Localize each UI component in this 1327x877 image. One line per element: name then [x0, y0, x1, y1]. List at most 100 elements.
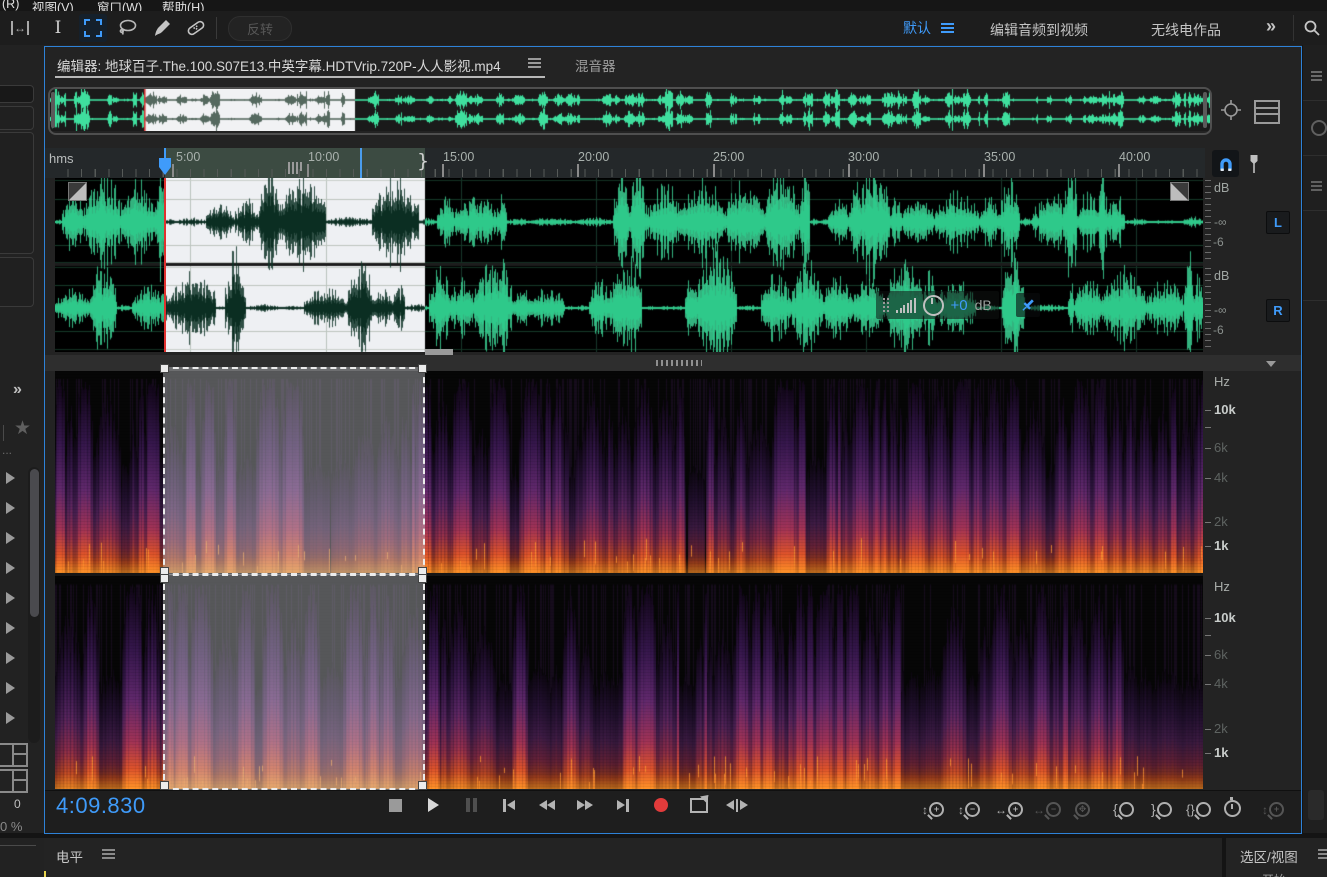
zoom-vertical-scale-button[interactable]: ↕+: [1262, 795, 1284, 817]
time-display[interactable]: 4:09.830: [56, 793, 146, 819]
zoom-in-horizontal-button[interactable]: ↔+: [995, 795, 1023, 817]
divider-grip-dots[interactable]: [656, 360, 702, 366]
zoom-out-vertical-button[interactable]: ↕−: [958, 795, 980, 817]
menu-item-help[interactable]: 帮助(H): [162, 0, 204, 11]
list-item-arrow[interactable]: [6, 532, 15, 544]
fade-in-handle[interactable]: [68, 182, 87, 201]
spectral-selection-left[interactable]: [163, 367, 425, 575]
sidebar-scrollbar-thumb[interactable]: [30, 469, 39, 617]
zoom-in-vertical-button[interactable]: ↕+: [922, 795, 944, 817]
record-button[interactable]: [646, 793, 676, 817]
paintbrush-tool[interactable]: [148, 15, 176, 41]
timeline-ruler[interactable]: hms 5:00 10:00 15:00 20:00 25:00 30:00 3…: [44, 148, 1205, 178]
list-item-arrow[interactable]: [6, 472, 15, 484]
selection-handle[interactable]: [418, 574, 427, 583]
gain-knob-icon[interactable]: [923, 295, 944, 316]
hud-pin-button[interactable]: [1016, 293, 1040, 317]
sidebar-box[interactable]: [0, 257, 34, 307]
skip-to-start-button[interactable]: [494, 793, 524, 817]
expand-chevrons[interactable]: »: [13, 381, 22, 399]
selection-handle[interactable]: [418, 364, 427, 373]
hud-grip-icon[interactable]: [883, 298, 889, 312]
display-list-button[interactable]: [1254, 100, 1280, 124]
sidebar-field[interactable]: [0, 85, 34, 103]
overview-left-grip[interactable]: [51, 92, 55, 128]
play-button[interactable]: [418, 793, 448, 817]
editor-tab-menu-icon[interactable]: [528, 62, 541, 64]
favorite-star-icon[interactable]: ★: [14, 417, 31, 440]
lasso-selection-tool[interactable]: [114, 15, 142, 41]
ibeam-tool[interactable]: I: [44, 15, 72, 41]
mixer-tab[interactable]: 混音器: [575, 55, 616, 75]
divider-collapse-arrow[interactable]: [1266, 361, 1276, 367]
menu-item-window[interactable]: 窗口(W): [97, 0, 142, 11]
levels-panel-menu-icon[interactable]: [102, 853, 115, 855]
right-panel-icon-list[interactable]: [1311, 75, 1322, 77]
time-selection-tool[interactable]: ↔: [6, 15, 34, 41]
zoom-out-horizontal-button[interactable]: ↔−: [1033, 795, 1061, 817]
sidebar-box[interactable]: [0, 132, 34, 254]
list-item-arrow[interactable]: [6, 562, 15, 574]
menu-item-view[interactable]: 视图(V): [32, 0, 74, 11]
loop-playback-button[interactable]: [684, 793, 714, 817]
marker-cluster[interactable]: [288, 162, 304, 174]
hud-gain-value[interactable]: +0: [951, 297, 968, 314]
list-item-arrow[interactable]: [6, 592, 15, 604]
list-item-arrow[interactable]: [6, 712, 15, 724]
workspace-tab-edit-av[interactable]: 编辑音频到视频: [990, 20, 1088, 40]
list-item-arrow[interactable]: [6, 652, 15, 664]
selection-view-title[interactable]: 选区/视图: [1240, 846, 1298, 866]
editor-tab[interactable]: 编辑器: 地球百子.The.100.S07E13.中英字幕.HDTVrip.72…: [57, 55, 501, 75]
playhead-marker[interactable]: [159, 158, 171, 175]
selection-handle[interactable]: [160, 781, 169, 790]
pause-button[interactable]: [456, 793, 486, 817]
stop-button[interactable]: [380, 793, 410, 817]
zoom-to-out-point-button[interactable]: }: [1151, 795, 1172, 817]
right-panel-icon-tool[interactable]: [1311, 120, 1327, 136]
menu-item[interactable]: (R): [2, 0, 19, 11]
channel-badge-right[interactable]: R: [1266, 299, 1290, 322]
cd-layout-icon[interactable]: [0, 743, 28, 767]
overview-waveform-canvas[interactable]: [50, 89, 1210, 131]
selection-handle[interactable]: [160, 364, 169, 373]
timed-record-button[interactable]: [1224, 795, 1241, 817]
channel-badge-left[interactable]: L: [1266, 211, 1290, 234]
overview-right-grip[interactable]: [1203, 92, 1207, 128]
workspace-overflow-chevron[interactable]: »: [1266, 16, 1276, 37]
marquee-selection-tool[interactable]: [79, 14, 107, 42]
rewind-button[interactable]: [532, 793, 562, 817]
ruler-marker-line[interactable]: [360, 148, 362, 178]
spot-healing-tool[interactable]: [182, 15, 210, 41]
selection-bottom-grip[interactable]: [425, 349, 453, 355]
workspace-tab-default[interactable]: 默认: [903, 18, 954, 38]
marker-pin-button[interactable]: [1244, 151, 1264, 177]
list-item-arrow[interactable]: [6, 502, 15, 514]
list-item-arrow[interactable]: [6, 682, 15, 694]
volume-hud[interactable]: +0 dB: [876, 291, 999, 319]
waveform-canvas[interactable]: [55, 178, 1203, 352]
spectral-selection-right[interactable]: [163, 574, 425, 790]
right-panel-icon-sliders[interactable]: [1311, 185, 1322, 187]
selection-end-handle[interactable]: }: [417, 150, 429, 172]
levels-panel-title[interactable]: 电平: [56, 846, 83, 866]
invert-button[interactable]: 反转: [228, 16, 292, 41]
selection-view-menu-icon[interactable]: [1318, 853, 1327, 855]
zoom-to-in-point-button[interactable]: {: [1113, 795, 1134, 817]
fast-forward-button[interactable]: [570, 793, 600, 817]
search-button[interactable]: [1300, 16, 1324, 40]
list-item-arrow[interactable]: [6, 622, 15, 634]
zoom-reset-button[interactable]: ✥: [1075, 795, 1090, 817]
zoom-to-selection-button[interactable]: {}: [1186, 795, 1211, 817]
sidebar-field[interactable]: [0, 106, 34, 130]
snap-toggle-button[interactable]: [1212, 150, 1239, 177]
workspace-menu-icon[interactable]: [941, 27, 954, 29]
playhead-line[interactable]: [164, 178, 166, 352]
selection-handle[interactable]: [160, 574, 169, 583]
skip-selection-button[interactable]: [722, 793, 752, 817]
cd-layout-icon-2[interactable]: [0, 769, 28, 793]
zoom-fit-button[interactable]: [1218, 97, 1244, 123]
fade-out-handle[interactable]: [1170, 182, 1189, 201]
workspace-tab-radio[interactable]: 无线电作品: [1151, 20, 1221, 40]
selection-handle[interactable]: [418, 781, 427, 790]
skip-to-end-button[interactable]: [608, 793, 638, 817]
